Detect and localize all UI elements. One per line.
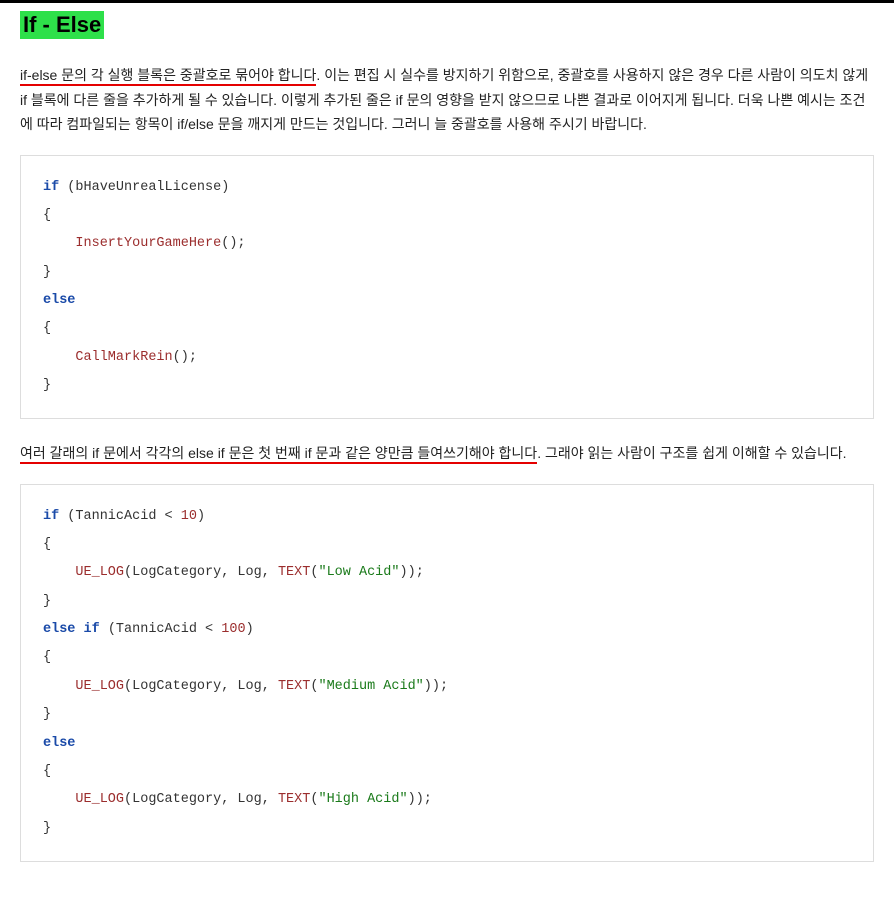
paragraph-1-highlight: if-else 문의 각 실행 블록은 중괄호로 묶어야 합니다 [20, 67, 316, 86]
code-block-2: if (TannicAcid < 10) { UE_LOG(LogCategor… [20, 484, 874, 862]
paragraph-2: 여러 갈래의 if 문에서 각각의 else if 문은 첫 번째 if 문과 … [20, 441, 874, 466]
document-content: If - Else if-else 문의 각 실행 블록은 중괄호로 묶어야 합… [0, 3, 894, 904]
paragraph-2-highlight: 여러 갈래의 if 문에서 각각의 else if 문은 첫 번째 if 문과 … [20, 445, 537, 464]
paragraph-1: if-else 문의 각 실행 블록은 중괄호로 묶어야 합니다. 이는 편집 … [20, 63, 874, 137]
section-heading: If - Else [20, 11, 104, 39]
paragraph-2-rest: . 그래야 읽는 사람이 구조를 쉽게 이해할 수 있습니다. [537, 445, 846, 461]
code-block-1: if (bHaveUnrealLicense) { InsertYourGame… [20, 155, 874, 420]
